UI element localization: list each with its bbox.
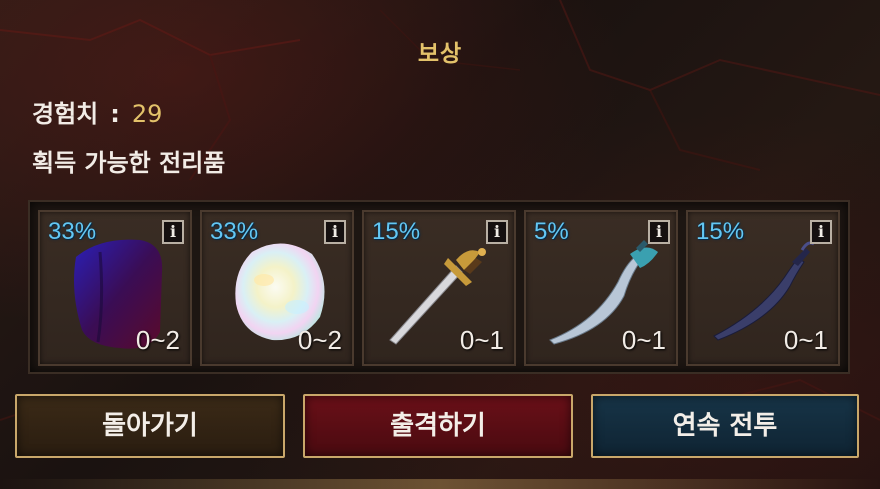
sortie-button[interactable]: 출격하기 — [303, 394, 573, 458]
info-icon[interactable]: i — [648, 220, 670, 244]
drop-quantity: 0~2 — [297, 325, 342, 355]
bottom-divider — [0, 479, 880, 489]
drop-quantity: 0~2 — [135, 325, 180, 355]
drop-chance: 15% — [372, 218, 421, 245]
experience-row: 경험치:29 — [32, 94, 162, 129]
loot-slot-1[interactable]: 33% i 0~2 — [38, 210, 192, 366]
loot-slot-5[interactable]: 15% i 0~1 — [686, 210, 840, 366]
experience-label: 경험치 — [32, 100, 99, 128]
info-icon[interactable]: i — [324, 220, 346, 244]
drop-chance: 33% — [48, 218, 97, 245]
loot-label: 획득 가능한 전리품 — [32, 149, 226, 177]
loot-slot-4[interactable]: 5% i 0~1 — [524, 210, 678, 366]
info-icon[interactable]: i — [810, 220, 832, 244]
drop-chance: 5% — [534, 218, 569, 245]
drop-quantity: 0~1 — [783, 325, 828, 355]
reward-title: 보상 — [417, 41, 463, 67]
info-icon[interactable]: i — [486, 220, 508, 244]
drop-chance: 15% — [696, 218, 745, 245]
info-icon[interactable]: i — [162, 220, 184, 244]
back-button[interactable]: 돌아가기 — [15, 394, 285, 458]
loot-panel: 33% i 0~2 33% i 0~2 15% i 0~1 5% i 0~1 1… — [28, 200, 850, 374]
drop-quantity: 0~1 — [459, 325, 504, 355]
experience-separator: : — [110, 100, 120, 128]
loot-slot-3[interactable]: 15% i 0~1 — [362, 210, 516, 366]
drop-quantity: 0~1 — [621, 325, 666, 355]
continuous-battle-button[interactable]: 연속 전투 — [591, 394, 859, 458]
loot-slot-2[interactable]: 33% i 0~2 — [200, 210, 354, 366]
drop-chance: 33% — [210, 218, 259, 245]
experience-value: 29 — [131, 100, 163, 128]
